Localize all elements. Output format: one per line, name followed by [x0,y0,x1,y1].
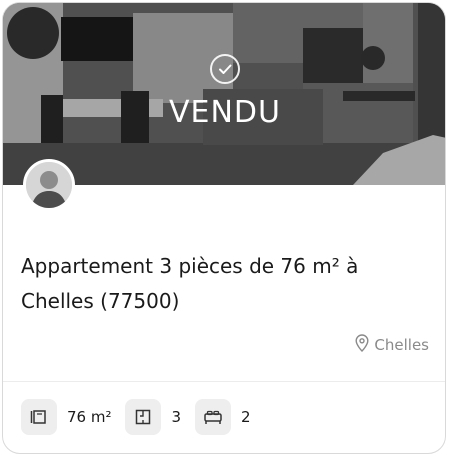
sold-status-label: VENDU [169,95,281,130]
rooms-icon [125,399,162,435]
rooms-value: 3 [171,408,182,426]
feature-rooms: 3 [125,399,181,435]
agent-avatar[interactable] [23,159,75,211]
surface-icon [21,399,57,435]
check-circle-icon [210,54,240,84]
bedrooms-value: 2 [241,408,251,426]
surface-value: 76 m² [67,408,112,426]
listing-location: Chelles [355,334,429,356]
location-label: Chelles [374,336,429,354]
listing-title[interactable]: Appartement 3 pièces de 76 m² à Chelles … [21,249,431,319]
listing-features: 76 m² 3 2 [21,399,265,435]
divider [3,381,445,382]
bed-icon [195,399,232,435]
location-pin-icon [355,334,369,356]
property-card[interactable]: VENDU Appartement 3 pièces de 76 m² à Ch… [2,2,446,454]
feature-surface: 76 m² [21,399,111,435]
property-photo[interactable]: VENDU [3,3,445,185]
feature-bedrooms: 2 [195,399,251,435]
sold-overlay [3,3,445,185]
